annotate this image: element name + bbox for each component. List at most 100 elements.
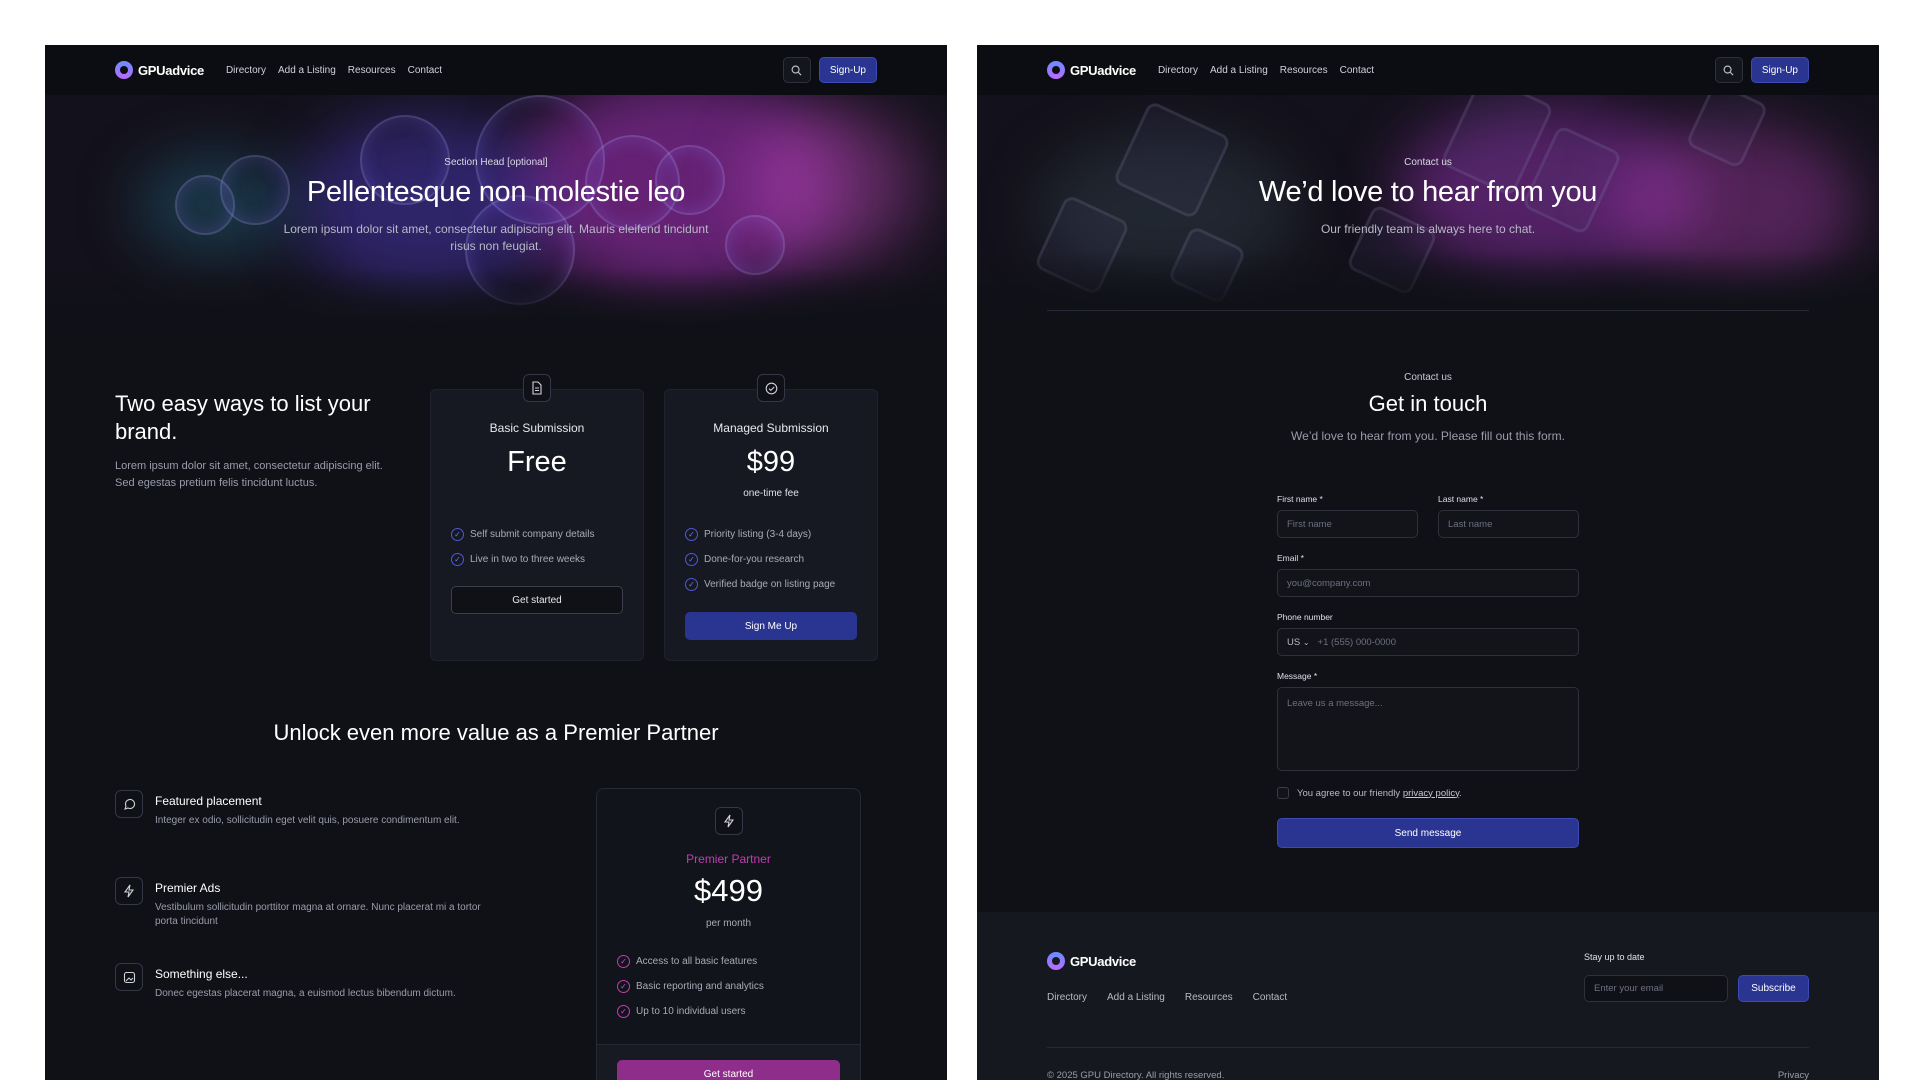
nav-link-resources[interactable]: Resources	[1280, 65, 1328, 76]
phone-field[interactable]: US ⌄ +1 (555) 000-0000	[1277, 628, 1579, 656]
privacy-link[interactable]: Privacy	[1778, 1070, 1809, 1080]
newsletter-label: Stay up to date	[1584, 952, 1645, 962]
check-icon: ✓	[617, 980, 630, 993]
section-text: Lorem ipsum dolor sit amet, consectetur …	[115, 460, 383, 489]
list-item: ✓ Access to all basic features	[617, 949, 764, 974]
check-icon: ✓	[451, 553, 464, 566]
signup-button[interactable]: Sign-Up	[1750, 57, 1809, 83]
footer-link-add-listing[interactable]: Add a Listing	[1107, 992, 1165, 1003]
premier-heading: Unlock even more value as a Premier Part…	[273, 720, 719, 745]
sign-me-up-button[interactable]: Sign Me Up	[685, 612, 857, 640]
feature-text: Vestibulum sollicitudin porttitor magna …	[155, 902, 481, 927]
feature-text: Donec egestas placerat magna, a euismod …	[155, 988, 456, 999]
hero-banner: Contact us We’d love to hear from you Ou…	[977, 95, 1879, 310]
subscribe-button[interactable]: Subscribe	[1738, 975, 1809, 1002]
premier-plan-card: Premier Partner $499 per month ✓ Access t…	[596, 788, 861, 1080]
plan-note: one-time fee	[743, 488, 799, 499]
brand-logo[interactable]: GPUadvice	[115, 61, 204, 79]
nav-link-add-listing[interactable]: Add a Listing	[278, 65, 336, 76]
check-icon: ✓	[685, 578, 698, 591]
footer-logo[interactable]: GPUadvice	[1047, 952, 1136, 970]
document-icon	[523, 374, 551, 402]
logo-icon	[1047, 61, 1065, 79]
premier-note: per month	[705, 918, 752, 929]
premier-get-started-button[interactable]: Get started	[617, 1060, 840, 1080]
image-icon	[115, 963, 143, 991]
list-item: ✓ Up to 10 individual users	[617, 999, 764, 1024]
brand-logo[interactable]: GPUadvice	[1047, 61, 1136, 79]
nav-link-directory[interactable]: Directory	[1158, 65, 1198, 76]
premier-feature: Something else... Donec egestas placerat …	[115, 963, 495, 1001]
check-icon: ✓	[685, 553, 698, 566]
privacy-agreement: You agree to our friendly privacy policy…	[1277, 787, 1462, 799]
message-textarea[interactable]: Leave us a message...	[1277, 687, 1579, 771]
phone-label: Phone number	[1277, 612, 1333, 622]
top-nav: GPUadvice Directory Add a Listing Resour…	[45, 45, 947, 95]
nav-link-add-listing[interactable]: Add a Listing	[1210, 65, 1268, 76]
agree-text: You agree to our friendly privacy policy…	[1297, 787, 1462, 799]
list-item: ✓ Live in two to three weeks	[451, 547, 595, 572]
brand-name: GPUadvice	[1070, 62, 1136, 78]
list-item: ✓ Priority listing (3-4 days)	[685, 522, 835, 547]
lightning-icon	[115, 877, 143, 905]
check-icon: ✓	[617, 1005, 630, 1018]
premier-price: $499	[694, 873, 763, 908]
plan-title: Managed Submission	[713, 421, 829, 435]
list-item: ✓ Done-for-you research	[685, 547, 835, 572]
signup-button[interactable]: Sign-Up	[818, 57, 877, 83]
feature-text: Integer ex odio, sollicitudin eget velit…	[155, 815, 460, 826]
phone-country-select[interactable]: US ⌄	[1287, 637, 1310, 648]
plan-features: ✓ Self submit company details ✓ Live in tw…	[451, 522, 595, 572]
plan-features: ✓ Priority listing (3-4 days) ✓ Done-for-y…	[685, 522, 835, 597]
footer-link-directory[interactable]: Directory	[1047, 992, 1087, 1003]
premier-label: Premier Partner	[686, 852, 771, 866]
brand-name: GPUadvice	[138, 62, 204, 78]
search-icon	[791, 65, 802, 75]
list-item: ✓ Self submit company details	[451, 522, 595, 547]
premier-feature: Featured placement Integer ex odio, solli…	[115, 790, 495, 828]
agree-checkbox[interactable]	[1277, 787, 1289, 799]
nav-link-directory[interactable]: Directory	[226, 65, 266, 76]
plan-price: Free	[507, 446, 567, 478]
search-button[interactable]	[1714, 57, 1743, 83]
plan-card-managed: Managed Submission $99 one-time fee ✓ Pri…	[664, 374, 878, 661]
logo-icon	[115, 61, 133, 79]
premier-features: ✓ Access to all basic features ✓ Basic rep…	[617, 949, 764, 1024]
nav-link-resources[interactable]: Resources	[348, 65, 396, 76]
footer-link-contact[interactable]: Contact	[1253, 992, 1287, 1003]
send-message-button[interactable]: Send message	[1277, 818, 1579, 848]
plan-card-basic: Basic Submission Free ✓ Self submit compa…	[430, 374, 644, 661]
first-name-label: First name *	[1277, 494, 1323, 504]
hero-subtitle: Lorem ipsum dolor sit amet, consectetur …	[283, 222, 709, 253]
top-nav: GPUadvice Directory Add a Listing Resour…	[977, 45, 1879, 95]
last-name-label: Last name *	[1438, 494, 1484, 504]
hero-banner: Section Head [optional] Pellentesque non…	[45, 95, 947, 328]
get-started-button[interactable]: Get started	[451, 586, 623, 614]
form-title: Get in touch	[1368, 391, 1488, 416]
hero-title: Pellentesque non molestie leo	[306, 176, 686, 208]
first-name-field[interactable]: First name	[1277, 510, 1418, 538]
lightning-icon	[714, 807, 743, 835]
footer-link-resources[interactable]: Resources	[1185, 992, 1233, 1003]
check-icon: ✓	[685, 528, 698, 541]
pricing-page-panel: GPUadvice Directory Add a Listing Resour…	[45, 45, 947, 1080]
form-subtitle: We’d love to hear from you. Please fill …	[1291, 429, 1565, 443]
feature-title: Something else...	[155, 967, 248, 981]
contact-page-panel: GPUadvice Directory Add a Listing Resour…	[977, 45, 1879, 1080]
hero-eyebrow: Contact us	[1404, 157, 1452, 168]
last-name-field[interactable]: Last name	[1438, 510, 1579, 538]
search-icon	[1723, 65, 1734, 75]
email-label: Email *	[1277, 553, 1304, 563]
newsletter-email-input[interactable]: Enter your email	[1584, 975, 1728, 1002]
hero-eyebrow: Section Head [optional]	[444, 157, 548, 168]
privacy-policy-link[interactable]: privacy policy	[1403, 788, 1459, 799]
check-circle-icon	[757, 374, 785, 402]
list-item: ✓ Verified badge on listing page	[685, 572, 835, 597]
hero-title: We’d love to hear from you	[1258, 176, 1598, 208]
chat-icon	[115, 790, 143, 818]
email-field[interactable]: you@company.com	[1277, 569, 1579, 597]
search-button[interactable]	[782, 57, 811, 83]
nav-link-contact[interactable]: Contact	[1340, 65, 1374, 76]
nav-link-contact[interactable]: Contact	[408, 65, 442, 76]
brand-name: GPUadvice	[1070, 953, 1136, 969]
